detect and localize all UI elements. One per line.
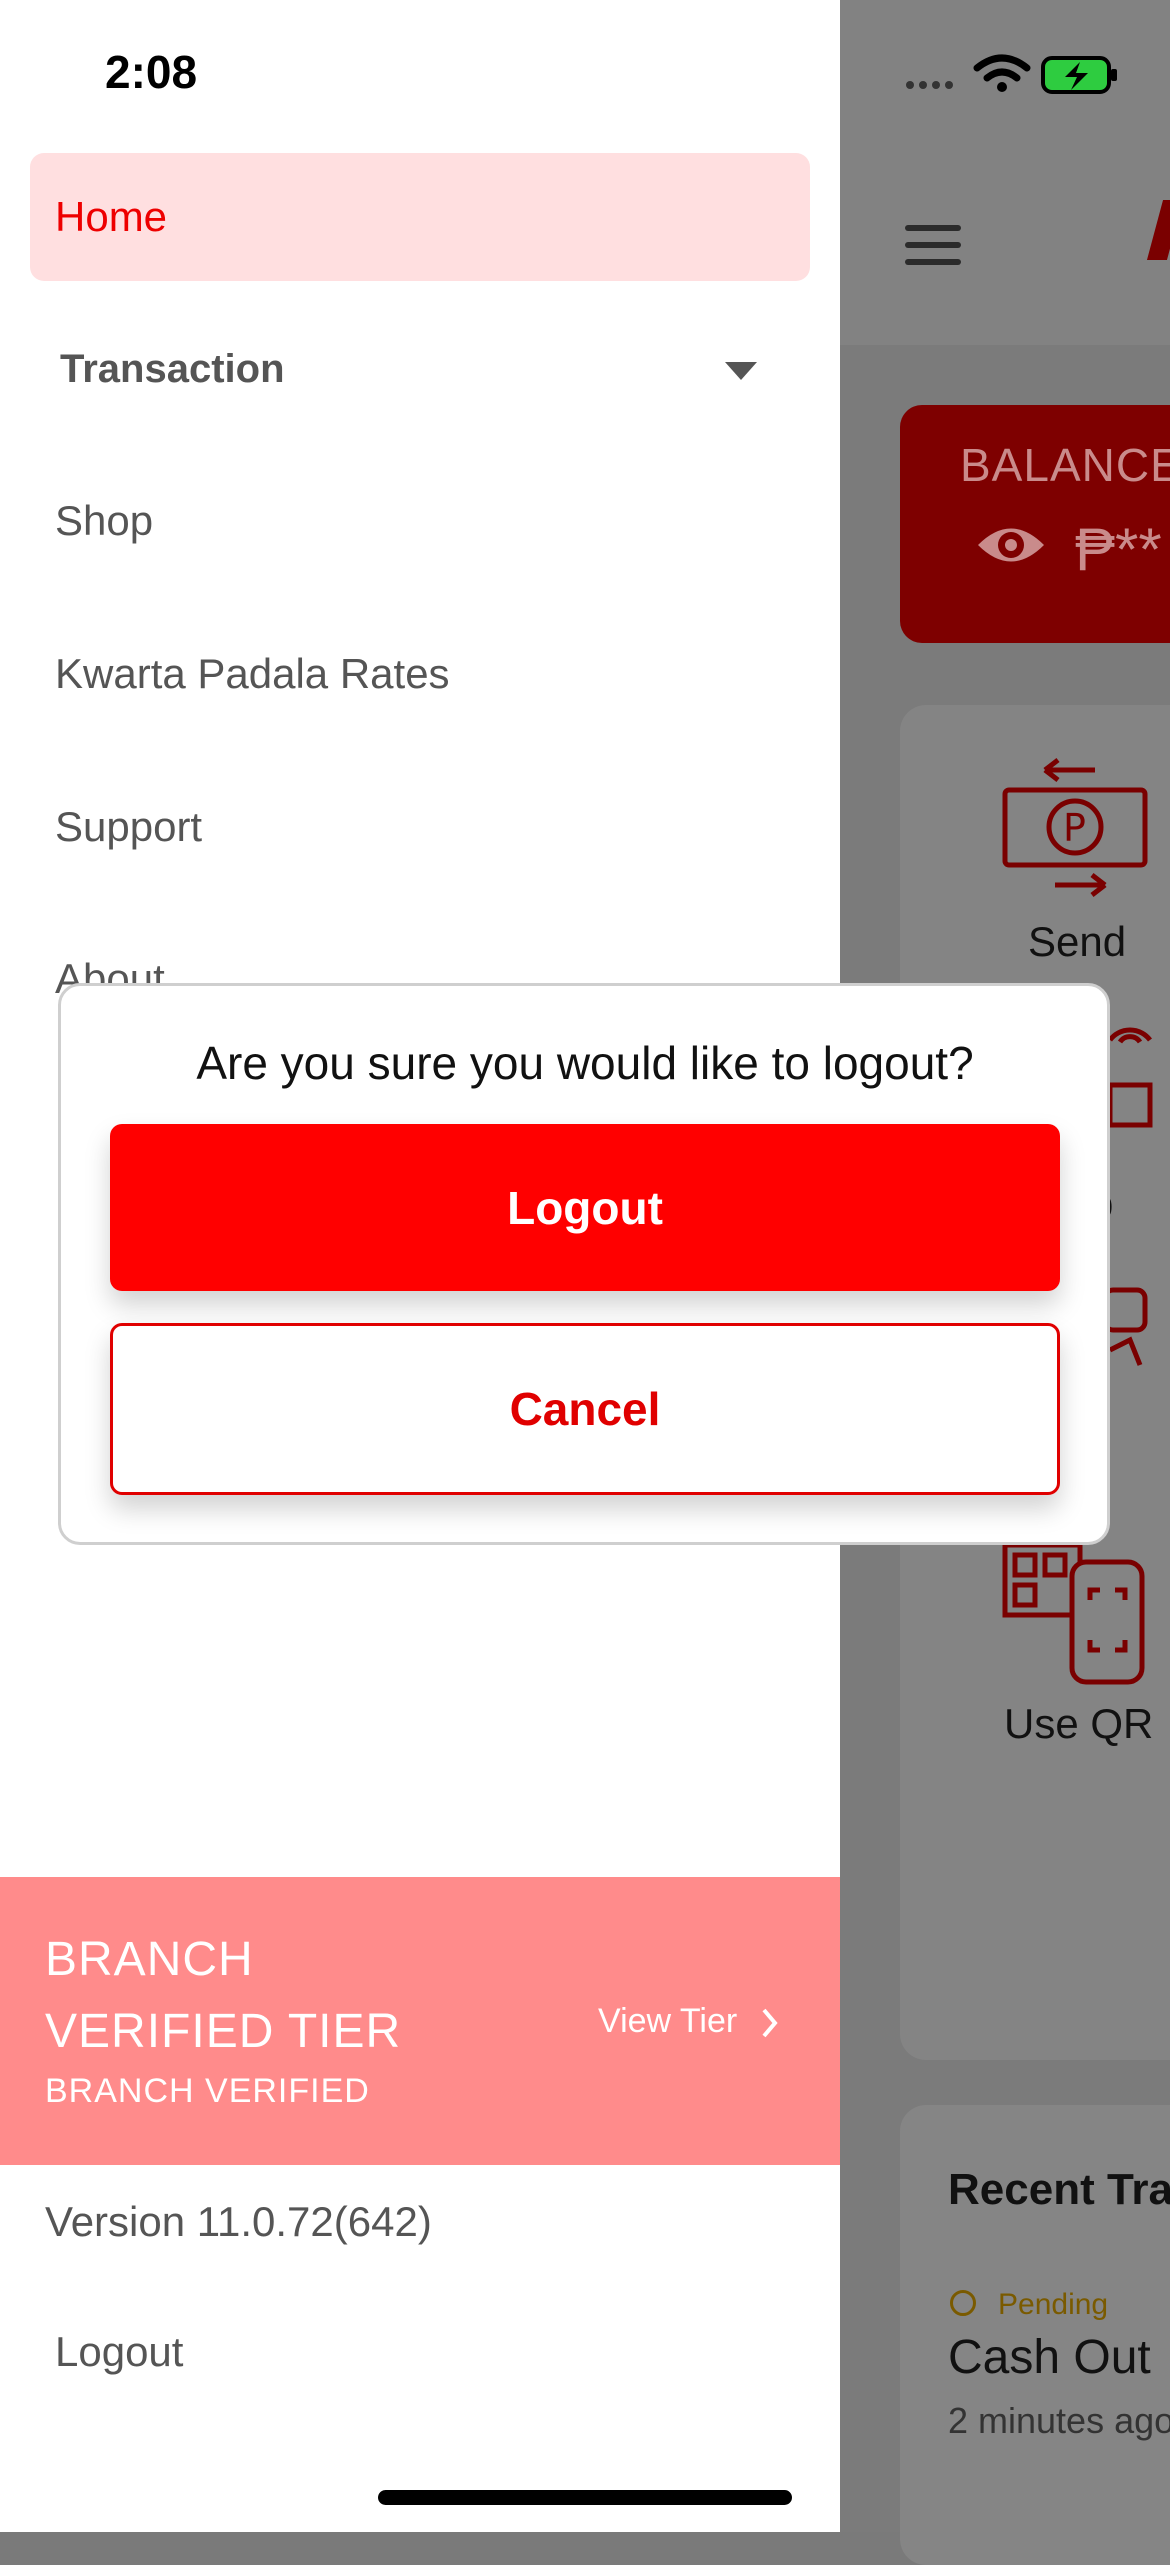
- chevron-right-icon[interactable]: [760, 2006, 780, 2045]
- svg-text:P: P: [1063, 806, 1086, 850]
- home-indicator[interactable]: [378, 2490, 792, 2505]
- view-tier-link[interactable]: View Tier: [598, 2002, 737, 2041]
- send-money-icon[interactable]: P: [1000, 755, 1150, 905]
- recent-transactions-title: Recent Tra: [948, 2165, 1170, 2214]
- battery-icon: [1041, 56, 1117, 94]
- status-icons: [905, 50, 1125, 105]
- drawer-item-transaction[interactable]: Transaction: [60, 347, 285, 392]
- use-qr-label: Use QR: [1004, 1700, 1154, 1747]
- chevron-down-icon[interactable]: [725, 362, 757, 380]
- tier-title-line2: VERIFIED TIER: [45, 2005, 402, 2058]
- dialog-message: Are you sure you would like to logout?: [196, 1037, 974, 1089]
- app-version: Version 11.0.72(642): [45, 2198, 432, 2245]
- drawer-item-logout[interactable]: Logout: [55, 2328, 183, 2376]
- transaction-time: 2 minutes ago: [948, 2400, 1170, 2441]
- cellular-signal-icon: [906, 81, 953, 89]
- wifi-icon: [973, 54, 1031, 82]
- transaction-title[interactable]: Cash Out: [948, 2330, 1151, 2385]
- status-time: 2:08: [105, 46, 198, 98]
- tier-title-line1: BRANCH: [45, 1933, 254, 1986]
- drawer-item-support[interactable]: Support: [55, 803, 202, 851]
- drawer-item-home-label[interactable]: Home: [55, 193, 167, 241]
- balance-value: ₱**: [1075, 516, 1162, 583]
- tier-subtitle: BRANCH VERIFIED: [45, 2072, 370, 2110]
- send-label: Send: [1028, 918, 1127, 965]
- eye-icon[interactable]: [976, 520, 1046, 575]
- drawer-item-kwarta-padala-rates[interactable]: Kwarta Padala Rates: [55, 650, 450, 698]
- qr-code-icon[interactable]: [1000, 1540, 1150, 1695]
- cancel-button[interactable]: Cancel: [110, 1323, 1060, 1495]
- transaction-status: Pending: [998, 2288, 1109, 2321]
- drawer-item-shop[interactable]: Shop: [55, 497, 153, 545]
- logout-button[interactable]: Logout: [110, 1124, 1060, 1291]
- clock-icon: [950, 2290, 976, 2316]
- hamburger-menu-icon[interactable]: [905, 225, 961, 265]
- balance-label: BALANCE: [960, 439, 1170, 491]
